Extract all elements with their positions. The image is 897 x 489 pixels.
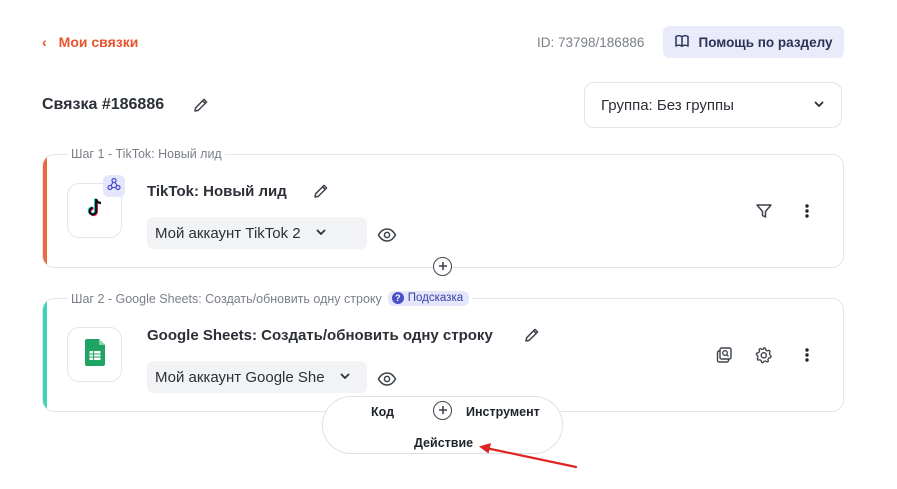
add-step-between-button[interactable] bbox=[433, 257, 452, 276]
edit-title-button[interactable] bbox=[192, 96, 210, 119]
menu-item-tool[interactable]: Инструмент bbox=[466, 405, 540, 419]
edit-step-2-button[interactable] bbox=[523, 326, 541, 349]
pencil-icon bbox=[312, 182, 330, 205]
step-2-label: Шаг 2 - Google Sheets: Создать/обновить … bbox=[68, 291, 385, 306]
google-sheets-app-icon bbox=[67, 327, 122, 382]
search-data-icon bbox=[715, 346, 733, 369]
step-2-title: Google Sheets: Создать/обновить одну стр… bbox=[147, 327, 493, 344]
filter-icon bbox=[755, 202, 773, 225]
step-1-filter-button[interactable] bbox=[755, 202, 773, 225]
tiktok-icon bbox=[86, 198, 104, 223]
plus-icon bbox=[438, 258, 448, 276]
step-1-account-value: Мой аккаунт TikTok 2 bbox=[155, 224, 301, 242]
step-2-header: Шаг 2 - Google Sheets: Создать/обновить … bbox=[68, 291, 473, 306]
menu-item-action[interactable]: Действие bbox=[414, 436, 473, 450]
step-2-view-button[interactable] bbox=[377, 370, 397, 393]
help-button-label: Помощь по разделу bbox=[698, 34, 833, 50]
group-select-value: Группа: Без группы bbox=[601, 96, 734, 114]
step-2-settings-button[interactable] bbox=[755, 346, 773, 369]
chevron-left-icon: ‹ bbox=[42, 34, 47, 50]
step-2-more-button[interactable] bbox=[800, 346, 814, 369]
edit-step-1-button[interactable] bbox=[312, 182, 330, 205]
more-vertical-icon bbox=[800, 346, 814, 369]
chevron-down-icon bbox=[339, 369, 351, 386]
webhook-icon bbox=[107, 177, 121, 196]
step-1-label: Шаг 1 - TikTok: Новый лид bbox=[68, 147, 225, 161]
help-button[interactable]: Помощь по разделу bbox=[663, 26, 844, 58]
chevron-down-icon bbox=[315, 225, 327, 242]
step-1-title: TikTok: Новый лид bbox=[147, 183, 287, 200]
plus-icon bbox=[438, 402, 448, 420]
back-link[interactable]: ‹ Мои связки bbox=[42, 34, 138, 50]
book-icon bbox=[674, 33, 690, 52]
step-2-account-value: Мой аккаунт Google She bbox=[155, 368, 325, 386]
pencil-icon bbox=[192, 96, 210, 119]
eye-icon bbox=[377, 226, 397, 249]
hint-label: Подсказка bbox=[407, 292, 464, 304]
question-icon: ? bbox=[391, 292, 404, 304]
step-2-stripe bbox=[43, 299, 47, 411]
step-1-stripe bbox=[43, 155, 47, 267]
group-select[interactable]: Группа: Без группы bbox=[584, 82, 842, 128]
gear-icon bbox=[755, 346, 773, 369]
step-2-preview-button[interactable] bbox=[715, 346, 733, 369]
menu-item-code[interactable]: Код bbox=[371, 405, 394, 419]
chevron-down-icon bbox=[813, 97, 825, 114]
annotation-arrow bbox=[479, 443, 578, 469]
step-1-view-button[interactable] bbox=[377, 226, 397, 249]
step-1-more-button[interactable] bbox=[800, 202, 814, 225]
add-step-button[interactable] bbox=[433, 401, 452, 420]
hint-badge[interactable]: ? Подсказка bbox=[387, 291, 470, 306]
google-sheets-icon bbox=[84, 338, 105, 371]
page-title: Связка #186886 bbox=[42, 96, 165, 113]
pencil-icon bbox=[523, 326, 541, 349]
eye-icon bbox=[377, 370, 397, 393]
step-card-1 bbox=[42, 154, 844, 268]
bundle-id: ID: 73798/186886 bbox=[537, 35, 645, 50]
more-vertical-icon bbox=[800, 202, 814, 225]
back-link-label: Мои связки bbox=[58, 34, 139, 50]
step-2-account-select[interactable]: Мой аккаунт Google She bbox=[147, 361, 367, 393]
step-1-account-select[interactable]: Мой аккаунт TikTok 2 bbox=[147, 217, 367, 249]
webhook-badge bbox=[103, 175, 125, 197]
